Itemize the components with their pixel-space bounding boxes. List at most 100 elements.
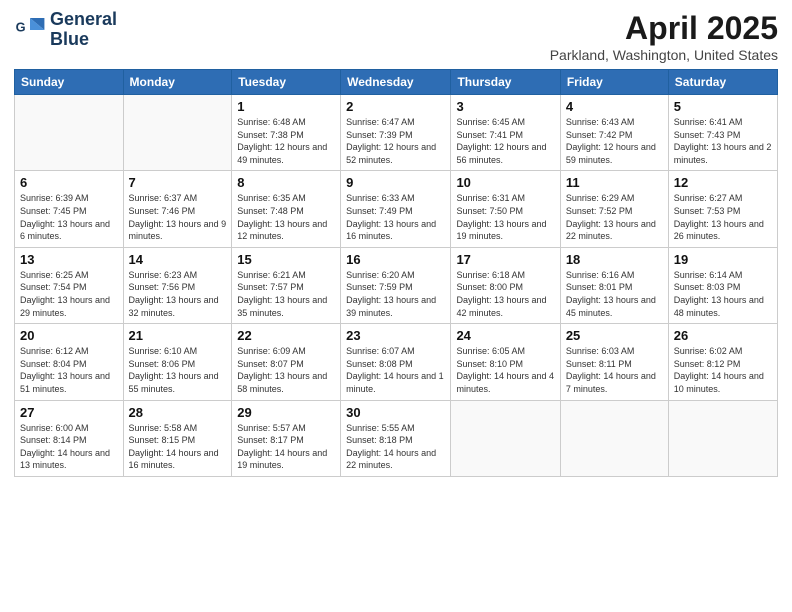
day-number: 23 bbox=[346, 328, 445, 343]
day-info: Sunrise: 6:48 AM Sunset: 7:38 PM Dayligh… bbox=[237, 116, 335, 166]
day-info: Sunrise: 6:39 AM Sunset: 7:45 PM Dayligh… bbox=[20, 192, 118, 242]
day-number: 18 bbox=[566, 252, 663, 267]
day-cell: 1 Sunrise: 6:48 AM Sunset: 7:38 PM Daylig… bbox=[232, 95, 341, 171]
day-info: Sunrise: 6:02 AM Sunset: 8:12 PM Dayligh… bbox=[674, 345, 772, 395]
day-info: Sunrise: 6:10 AM Sunset: 8:06 PM Dayligh… bbox=[129, 345, 227, 395]
day-number: 14 bbox=[129, 252, 227, 267]
day-cell: 3Sunrise: 6:45 AM Sunset: 7:41 PM Daylig… bbox=[451, 95, 560, 171]
day-info: Sunrise: 6:21 AM Sunset: 7:57 PM Dayligh… bbox=[237, 269, 335, 319]
day-cell: 14 Sunrise: 6:23 AM Sunset: 7:56 PM Dayli… bbox=[123, 247, 232, 323]
day-cell bbox=[560, 400, 668, 476]
col-header-thursday: Thursday bbox=[451, 70, 560, 95]
week-row-2: 6 Sunrise: 6:39 AM Sunset: 7:45 PM Daylig… bbox=[15, 171, 778, 247]
day-cell: 12 Sunrise: 6:27 AM Sunset: 7:53 PM Dayli… bbox=[668, 171, 777, 247]
day-info: Sunrise: 6:00 AM Sunset: 8:14 PM Dayligh… bbox=[20, 422, 118, 472]
day-number: 25 bbox=[566, 328, 663, 343]
day-number: 27 bbox=[20, 405, 118, 420]
day-info: Sunrise: 6:16 AM Sunset: 8:01 PM Dayligh… bbox=[566, 269, 663, 319]
calendar-header-row: SundayMondayTuesdayWednesdayThursdayFrid… bbox=[15, 70, 778, 95]
day-cell: 27 Sunrise: 6:00 AM Sunset: 8:14 PM Dayli… bbox=[15, 400, 124, 476]
day-cell: 8 Sunrise: 6:35 AM Sunset: 7:48 PM Daylig… bbox=[232, 171, 341, 247]
logo: G General Blue bbox=[14, 10, 117, 50]
day-info: Sunrise: 6:35 AM Sunset: 7:48 PM Dayligh… bbox=[237, 192, 335, 242]
day-info: Sunrise: 6:14 AM Sunset: 8:03 PM Dayligh… bbox=[674, 269, 772, 319]
day-cell: 23 Sunrise: 6:07 AM Sunset: 8:08 PM Dayli… bbox=[341, 324, 451, 400]
day-info: Sunrise: 6:18 AM Sunset: 8:00 PM Dayligh… bbox=[456, 269, 554, 319]
day-info: Sunrise: 5:55 AM Sunset: 8:18 PM Dayligh… bbox=[346, 422, 445, 472]
day-info: Sunrise: 6:25 AM Sunset: 7:54 PM Dayligh… bbox=[20, 269, 118, 319]
day-info: Sunrise: 5:57 AM Sunset: 8:17 PM Dayligh… bbox=[237, 422, 335, 472]
day-info: Sunrise: 6:33 AM Sunset: 7:49 PM Dayligh… bbox=[346, 192, 445, 242]
day-cell: 30 Sunrise: 5:55 AM Sunset: 8:18 PM Dayli… bbox=[341, 400, 451, 476]
month-title: April 2025 bbox=[550, 10, 778, 47]
day-info: Sunrise: 6:31 AM Sunset: 7:50 PM Dayligh… bbox=[456, 192, 554, 242]
day-number: 8 bbox=[237, 175, 335, 190]
day-number: 22 bbox=[237, 328, 335, 343]
day-number: 7 bbox=[129, 175, 227, 190]
week-row-4: 20Sunrise: 6:12 AM Sunset: 8:04 PM Dayli… bbox=[15, 324, 778, 400]
calendar-table: SundayMondayTuesdayWednesdayThursdayFrid… bbox=[14, 69, 778, 477]
title-block: April 2025 Parkland, Washington, United … bbox=[550, 10, 778, 63]
day-cell: 5 Sunrise: 6:41 AM Sunset: 7:43 PM Daylig… bbox=[668, 95, 777, 171]
day-number: 28 bbox=[129, 405, 227, 420]
day-number: 17 bbox=[456, 252, 554, 267]
day-cell: 18 Sunrise: 6:16 AM Sunset: 8:01 PM Dayli… bbox=[560, 247, 668, 323]
day-number: 24 bbox=[456, 328, 554, 343]
day-cell: 6 Sunrise: 6:39 AM Sunset: 7:45 PM Daylig… bbox=[15, 171, 124, 247]
day-cell bbox=[15, 95, 124, 171]
day-cell: 2 Sunrise: 6:47 AM Sunset: 7:39 PM Daylig… bbox=[341, 95, 451, 171]
day-info: Sunrise: 6:23 AM Sunset: 7:56 PM Dayligh… bbox=[129, 269, 227, 319]
day-cell: 4 Sunrise: 6:43 AM Sunset: 7:42 PM Daylig… bbox=[560, 95, 668, 171]
day-number: 4 bbox=[566, 99, 663, 114]
day-cell: 16 Sunrise: 6:20 AM Sunset: 7:59 PM Dayli… bbox=[341, 247, 451, 323]
day-info: Sunrise: 6:47 AM Sunset: 7:39 PM Dayligh… bbox=[346, 116, 445, 166]
subtitle: Parkland, Washington, United States bbox=[550, 47, 778, 63]
day-number: 5 bbox=[674, 99, 772, 114]
day-number: 1 bbox=[237, 99, 335, 114]
day-number: 12 bbox=[674, 175, 772, 190]
col-header-monday: Monday bbox=[123, 70, 232, 95]
day-info: Sunrise: 6:05 AM Sunset: 8:10 PM Dayligh… bbox=[456, 345, 554, 395]
day-cell bbox=[123, 95, 232, 171]
day-cell bbox=[451, 400, 560, 476]
day-number: 10 bbox=[456, 175, 554, 190]
day-cell: 29 Sunrise: 5:57 AM Sunset: 8:17 PM Dayli… bbox=[232, 400, 341, 476]
day-cell: 21 Sunrise: 6:10 AM Sunset: 8:06 PM Dayli… bbox=[123, 324, 232, 400]
day-number: 11 bbox=[566, 175, 663, 190]
day-number: 15 bbox=[237, 252, 335, 267]
day-cell: 25Sunrise: 6:03 AM Sunset: 8:11 PM Dayli… bbox=[560, 324, 668, 400]
col-header-wednesday: Wednesday bbox=[341, 70, 451, 95]
week-row-3: 13 Sunrise: 6:25 AM Sunset: 7:54 PM Dayli… bbox=[15, 247, 778, 323]
col-header-sunday: Sunday bbox=[15, 70, 124, 95]
day-info: Sunrise: 6:07 AM Sunset: 8:08 PM Dayligh… bbox=[346, 345, 445, 395]
day-number: 2 bbox=[346, 99, 445, 114]
day-cell: 9Sunrise: 6:33 AM Sunset: 7:49 PM Daylig… bbox=[341, 171, 451, 247]
svg-text:G: G bbox=[16, 19, 26, 34]
day-info: Sunrise: 6:27 AM Sunset: 7:53 PM Dayligh… bbox=[674, 192, 772, 242]
day-number: 13 bbox=[20, 252, 118, 267]
day-info: Sunrise: 6:41 AM Sunset: 7:43 PM Dayligh… bbox=[674, 116, 772, 166]
day-number: 6 bbox=[20, 175, 118, 190]
logo-text: General Blue bbox=[50, 10, 117, 50]
week-row-5: 27 Sunrise: 6:00 AM Sunset: 8:14 PM Dayli… bbox=[15, 400, 778, 476]
day-number: 29 bbox=[237, 405, 335, 420]
day-info: Sunrise: 6:09 AM Sunset: 8:07 PM Dayligh… bbox=[237, 345, 335, 395]
day-cell: 15 Sunrise: 6:21 AM Sunset: 7:57 PM Dayli… bbox=[232, 247, 341, 323]
day-cell: 26Sunrise: 6:02 AM Sunset: 8:12 PM Dayli… bbox=[668, 324, 777, 400]
day-number: 21 bbox=[129, 328, 227, 343]
day-cell: 20Sunrise: 6:12 AM Sunset: 8:04 PM Dayli… bbox=[15, 324, 124, 400]
day-info: Sunrise: 6:12 AM Sunset: 8:04 PM Dayligh… bbox=[20, 345, 118, 395]
day-cell: 24 Sunrise: 6:05 AM Sunset: 8:10 PM Dayli… bbox=[451, 324, 560, 400]
logo-line1: General bbox=[50, 10, 117, 30]
day-number: 30 bbox=[346, 405, 445, 420]
day-number: 16 bbox=[346, 252, 445, 267]
day-info: Sunrise: 6:43 AM Sunset: 7:42 PM Dayligh… bbox=[566, 116, 663, 166]
col-header-saturday: Saturday bbox=[668, 70, 777, 95]
day-info: Sunrise: 6:29 AM Sunset: 7:52 PM Dayligh… bbox=[566, 192, 663, 242]
logo-line2: Blue bbox=[50, 30, 117, 50]
day-info: Sunrise: 6:20 AM Sunset: 7:59 PM Dayligh… bbox=[346, 269, 445, 319]
day-cell: 22 Sunrise: 6:09 AM Sunset: 8:07 PM Dayli… bbox=[232, 324, 341, 400]
day-cell: 10 Sunrise: 6:31 AM Sunset: 7:50 PM Dayli… bbox=[451, 171, 560, 247]
day-cell: 13 Sunrise: 6:25 AM Sunset: 7:54 PM Dayli… bbox=[15, 247, 124, 323]
day-cell: 17 Sunrise: 6:18 AM Sunset: 8:00 PM Dayli… bbox=[451, 247, 560, 323]
